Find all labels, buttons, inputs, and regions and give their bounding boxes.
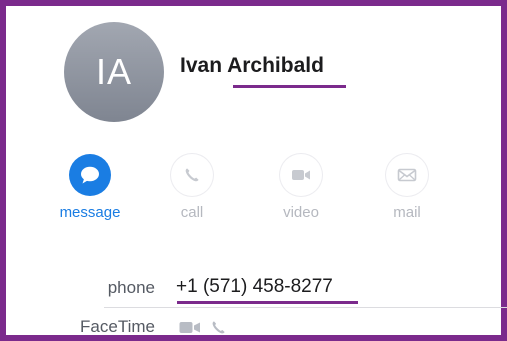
row-divider — [104, 307, 507, 308]
call-label: call — [180, 204, 204, 221]
video-camera-icon — [280, 154, 322, 196]
phone-number[interactable]: +1 (571) 458-8277 — [176, 276, 333, 298]
name-highlight-underline — [233, 85, 346, 88]
message-label: message — [59, 204, 121, 221]
avatar-initials: IA — [95, 51, 132, 92]
video-button[interactable]: video — [261, 154, 341, 221]
contact-name: Ivan Archibald — [180, 54, 324, 77]
call-button[interactable]: call — [152, 154, 232, 221]
video-label: video — [283, 204, 319, 221]
message-button[interactable]: message — [50, 154, 130, 221]
phone-icon — [171, 154, 213, 196]
mail-button[interactable]: mail — [367, 154, 447, 221]
avatar: IA — [64, 22, 164, 122]
phone-label: phone — [107, 278, 155, 297]
envelope-icon — [386, 154, 428, 196]
mail-label: mail — [393, 204, 421, 221]
contact-card: IA Ivan Archibald message call video mai… — [0, 0, 507, 341]
message-bubble-icon — [69, 154, 111, 196]
phone-highlight-underline — [177, 301, 358, 304]
facetime-audio-icon[interactable] — [211, 320, 226, 340]
facetime-video-icon[interactable] — [179, 321, 201, 339]
facetime-label: FaceTime — [80, 317, 155, 336]
facetime-actions — [179, 320, 226, 340]
